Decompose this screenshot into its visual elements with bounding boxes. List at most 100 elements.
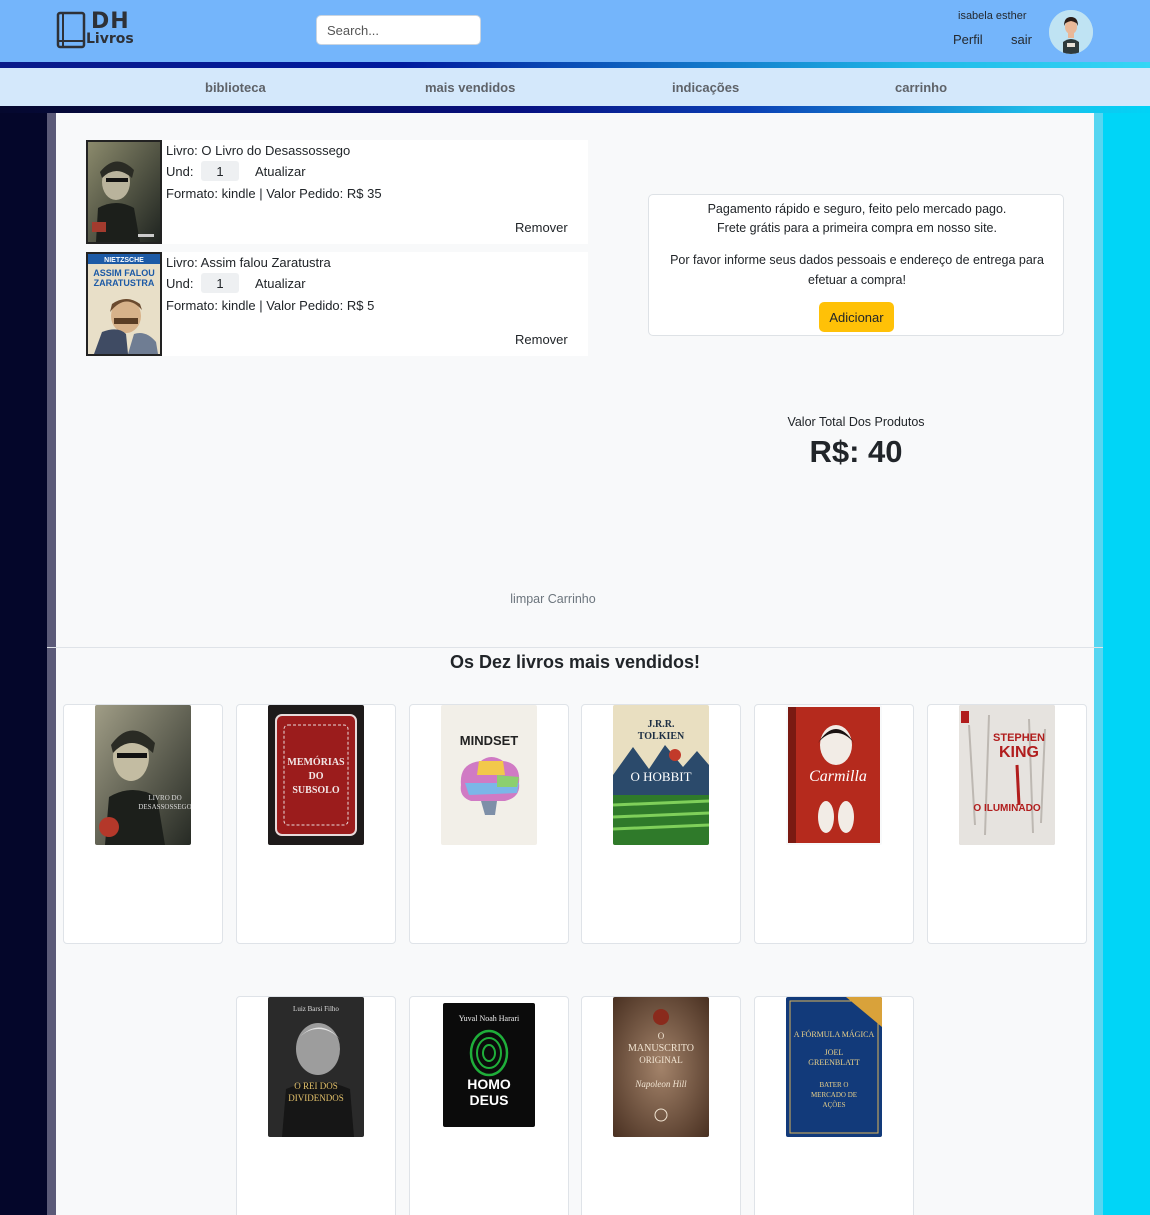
homo-deus-cover-icon: Yuval Noah Harari HOMO DEUS bbox=[443, 1003, 535, 1127]
svg-text:Carmilla: Carmilla bbox=[809, 768, 867, 785]
quantity-input[interactable] bbox=[201, 273, 239, 293]
livro-do-desassossego-cover-icon bbox=[88, 142, 160, 242]
o-iluminado-cover-icon: STEPHEN KING O ILUMINADO bbox=[959, 705, 1055, 845]
total-value: R$: 40 bbox=[809, 434, 903, 469]
book-card[interactable]: MINDSET bbox=[409, 704, 569, 944]
update-button[interactable]: Atualizar bbox=[255, 164, 306, 179]
sair-link[interactable]: sair bbox=[1011, 32, 1032, 47]
cover-author-text: NIETZSCHE bbox=[104, 257, 144, 264]
svg-text:ASSIM FALOU: ASSIM FALOU bbox=[93, 268, 155, 278]
svg-text:Yuval Noah Harari: Yuval Noah Harari bbox=[459, 1014, 520, 1023]
svg-text:HOMO: HOMO bbox=[467, 1076, 511, 1092]
book-icon bbox=[56, 11, 86, 49]
bestsellers-title: Os Dez livros mais vendidos! bbox=[449, 652, 701, 672]
book-card[interactable]: Carmilla bbox=[754, 704, 914, 944]
site-logo[interactable]: DH Livros bbox=[56, 10, 138, 49]
svg-text:A FÓRMULA MÁGICA: A FÓRMULA MÁGICA bbox=[794, 1029, 875, 1039]
svg-text:MANUSCRITO: MANUSCRITO bbox=[628, 1043, 694, 1054]
cart-item: NIETZSCHE ASSIM FALOU ZARATUSTRA Livro: … bbox=[86, 252, 588, 356]
svg-text:GREENBLATT: GREENBLATT bbox=[808, 1058, 860, 1067]
cart-item-format: Formato: kindle | Valor Pedido: R$ 5 bbox=[166, 298, 375, 313]
book-card[interactable]: O MANUSCRITO ORIGINAL Napoleon Hill bbox=[581, 996, 741, 1215]
svg-text:LIVRO DO: LIVRO DO bbox=[148, 794, 181, 802]
payment-info-line: efetuar a compra! bbox=[808, 273, 906, 287]
quantity-input[interactable] bbox=[201, 161, 239, 181]
nav-indicacoes[interactable]: indicações bbox=[672, 80, 739, 95]
nav-biblioteca[interactable]: biblioteca bbox=[205, 80, 266, 95]
svg-text:JOEL: JOEL bbox=[825, 1048, 844, 1057]
user-photo-icon bbox=[1049, 10, 1093, 54]
livro-do-desassossego-cover-icon: LIVRO DO DESASSOSSEGO bbox=[95, 705, 191, 845]
svg-text:SUBSOLO: SUBSOLO bbox=[292, 785, 339, 796]
o-rei-dos-dividendos-cover-icon: Luiz Barsi Filho O REI DOS DIVIDENDOS bbox=[268, 997, 364, 1137]
remove-button[interactable]: Remover bbox=[515, 332, 568, 347]
svg-text:Luiz Barsi Filho: Luiz Barsi Filho bbox=[293, 1005, 339, 1013]
o-manuscrito-original-cover-icon: O MANUSCRITO ORIGINAL Napoleon Hill bbox=[613, 997, 709, 1137]
left-background bbox=[0, 113, 47, 1215]
cart-item-und-label: Und: bbox=[166, 276, 194, 291]
logo-text-livros: Livros bbox=[86, 31, 134, 47]
nav-mais-vendidos[interactable]: mais vendidos bbox=[425, 80, 515, 95]
svg-text:O REI DOS: O REI DOS bbox=[294, 1081, 338, 1091]
adicionar-button[interactable]: Adicionar bbox=[819, 302, 894, 332]
carmilla-cover-icon: Carmilla bbox=[786, 705, 882, 845]
cart-item-format: Formato: kindle | Valor Pedido: R$ 35 bbox=[166, 186, 382, 201]
book-card[interactable]: LIVRO DO DESASSOSSEGO bbox=[63, 704, 223, 944]
section-divider bbox=[47, 647, 1103, 648]
remove-button[interactable]: Remover bbox=[515, 220, 568, 235]
cart-item-title: Livro: O Livro do Desassossego bbox=[166, 143, 351, 158]
payment-info-line: Frete grátis para a primeira compra em n… bbox=[717, 221, 997, 235]
svg-text:ZARATUSTRA: ZARATUSTRA bbox=[94, 278, 155, 288]
svg-text:O ILUMINADO: O ILUMINADO bbox=[973, 803, 1040, 814]
svg-text:MINDSET: MINDSET bbox=[460, 733, 519, 748]
search-input[interactable] bbox=[316, 15, 481, 45]
username-label: isabela esther bbox=[958, 10, 1027, 22]
total-label: Valor Total Dos Produtos bbox=[787, 415, 925, 429]
cart-item-cover: NIETZSCHE ASSIM FALOU ZARATUSTRA bbox=[86, 252, 162, 356]
svg-text:J.R.R.: J.R.R. bbox=[648, 719, 675, 730]
svg-text:AÇÕES: AÇÕES bbox=[823, 1101, 846, 1109]
svg-text:DEUS: DEUS bbox=[470, 1092, 509, 1108]
svg-text:STEPHEN: STEPHEN bbox=[993, 732, 1045, 744]
svg-text:DIVIDENDOS: DIVIDENDOS bbox=[288, 1093, 344, 1103]
svg-text:MERCADO DE: MERCADO DE bbox=[811, 1091, 857, 1099]
right-border bbox=[1094, 113, 1103, 1215]
o-hobbit-cover-icon: J.R.R. TOLKIEN O HOBBIT bbox=[613, 705, 709, 845]
avatar[interactable] bbox=[1049, 10, 1093, 54]
mindset-cover-icon: MINDSET bbox=[441, 705, 537, 845]
book-card[interactable]: Yuval Noah Harari HOMO DEUS bbox=[409, 996, 569, 1215]
payment-box: Pagamento rápido e seguro, feito pelo me… bbox=[648, 194, 1064, 336]
right-background bbox=[1103, 113, 1150, 1215]
svg-text:Napoleon Hill: Napoleon Hill bbox=[634, 1079, 687, 1089]
a-formula-magica-cover-icon: A FÓRMULA MÁGICA JOEL GREENBLATT BATER O… bbox=[786, 997, 882, 1137]
svg-text:O: O bbox=[658, 1031, 665, 1041]
book-card[interactable]: J.R.R. TOLKIEN O HOBBIT bbox=[581, 704, 741, 944]
svg-text:MEMÓRIAS: MEMÓRIAS bbox=[287, 756, 345, 768]
nav-carrinho[interactable]: carrinho bbox=[895, 80, 947, 95]
svg-text:DO: DO bbox=[309, 771, 324, 782]
clear-cart-button[interactable]: limpar Carrinho bbox=[478, 592, 628, 606]
svg-text:DESASSOSSEGO: DESASSOSSEGO bbox=[138, 803, 191, 811]
cart-item-title: Livro: Assim falou Zaratustra bbox=[166, 255, 331, 270]
payment-info-line: Pagamento rápido e seguro, feito pelo me… bbox=[707, 202, 1007, 216]
cart-item-cover bbox=[86, 140, 162, 244]
book-card[interactable]: A FÓRMULA MÁGICA JOEL GREENBLATT BATER O… bbox=[754, 996, 914, 1215]
top-header: DH Livros isabela esther Perfil sair bbox=[0, 0, 1150, 62]
assim-falou-zaratustra-cover-icon: NIETZSCHE ASSIM FALOU ZARATUSTRA bbox=[88, 254, 160, 354]
cart-item-und-label: Und: bbox=[166, 164, 194, 179]
svg-text:KING: KING bbox=[999, 744, 1039, 761]
memorias-do-subsolo-cover-icon: MEMÓRIAS DO SUBSOLO bbox=[268, 705, 364, 845]
perfil-link[interactable]: Perfil bbox=[953, 32, 983, 47]
cart-item: Livro: O Livro do Desassossego Und: Atua… bbox=[86, 140, 588, 244]
payment-info-line: Por favor informe seus dados pessoais e … bbox=[670, 253, 1044, 267]
book-card[interactable]: MEMÓRIAS DO SUBSOLO bbox=[236, 704, 396, 944]
book-card[interactable]: STEPHEN KING O ILUMINADO bbox=[927, 704, 1087, 944]
book-card[interactable]: Luiz Barsi Filho O REI DOS DIVIDENDOS bbox=[236, 996, 396, 1215]
svg-text:BATER O: BATER O bbox=[820, 1081, 849, 1089]
main-nav: biblioteca mais vendidos indicações carr… bbox=[0, 68, 1150, 106]
svg-text:ORIGINAL: ORIGINAL bbox=[639, 1055, 683, 1065]
nav-stripe bbox=[0, 106, 1150, 113]
svg-text:O HOBBIT: O HOBBIT bbox=[630, 769, 691, 784]
update-button[interactable]: Atualizar bbox=[255, 276, 306, 291]
left-border bbox=[47, 113, 56, 1215]
